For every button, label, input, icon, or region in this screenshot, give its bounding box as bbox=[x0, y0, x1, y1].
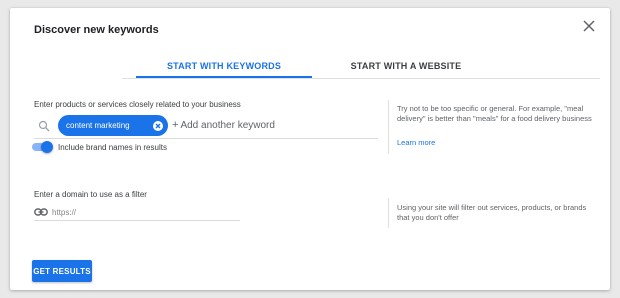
keywords-hint-divider bbox=[388, 100, 389, 154]
add-keyword-placeholder: Add another keyword bbox=[180, 120, 275, 131]
discover-keywords-dialog: Discover new keywords START WITH KEYWORD… bbox=[10, 8, 610, 290]
close-icon[interactable] bbox=[581, 18, 597, 34]
domain-hint-divider bbox=[388, 198, 389, 228]
tab-start-with-website[interactable]: START WITH A WEBSITE bbox=[326, 60, 486, 78]
brand-names-toggle[interactable] bbox=[32, 141, 53, 153]
domain-hint: Using your site will filter out services… bbox=[397, 203, 587, 222]
toggle-knob bbox=[41, 141, 53, 153]
keyword-input-row[interactable]: content marketing + Add another keyword bbox=[34, 114, 378, 138]
domain-input-underline bbox=[34, 220, 240, 221]
tab-bar: START WITH KEYWORDS START WITH A WEBSITE bbox=[122, 60, 600, 78]
brand-names-toggle-label: Include brand names in results bbox=[58, 143, 167, 152]
keywords-hint: Try not to be too specific or general. F… bbox=[397, 104, 592, 123]
search-icon bbox=[38, 120, 50, 132]
keywords-label: Enter products or services closely relat… bbox=[34, 100, 241, 109]
domain-label: Enter a domain to use as a filter bbox=[34, 190, 147, 199]
dialog-title: Discover new keywords bbox=[34, 24, 159, 36]
keyword-chip[interactable]: content marketing bbox=[58, 115, 168, 136]
cancel-circle-icon[interactable] bbox=[153, 121, 163, 131]
plus-icon: + bbox=[172, 119, 179, 131]
learn-more-link[interactable]: Learn more bbox=[397, 138, 435, 147]
keyword-chip-label: content marketing bbox=[66, 121, 130, 130]
link-icon bbox=[34, 208, 48, 216]
add-keyword-input[interactable]: + Add another keyword bbox=[172, 119, 275, 131]
tabs-divider bbox=[122, 78, 600, 79]
get-results-button[interactable]: GET RESULTS bbox=[32, 260, 92, 282]
domain-input[interactable] bbox=[52, 204, 232, 220]
keyword-input-underline bbox=[34, 138, 378, 139]
